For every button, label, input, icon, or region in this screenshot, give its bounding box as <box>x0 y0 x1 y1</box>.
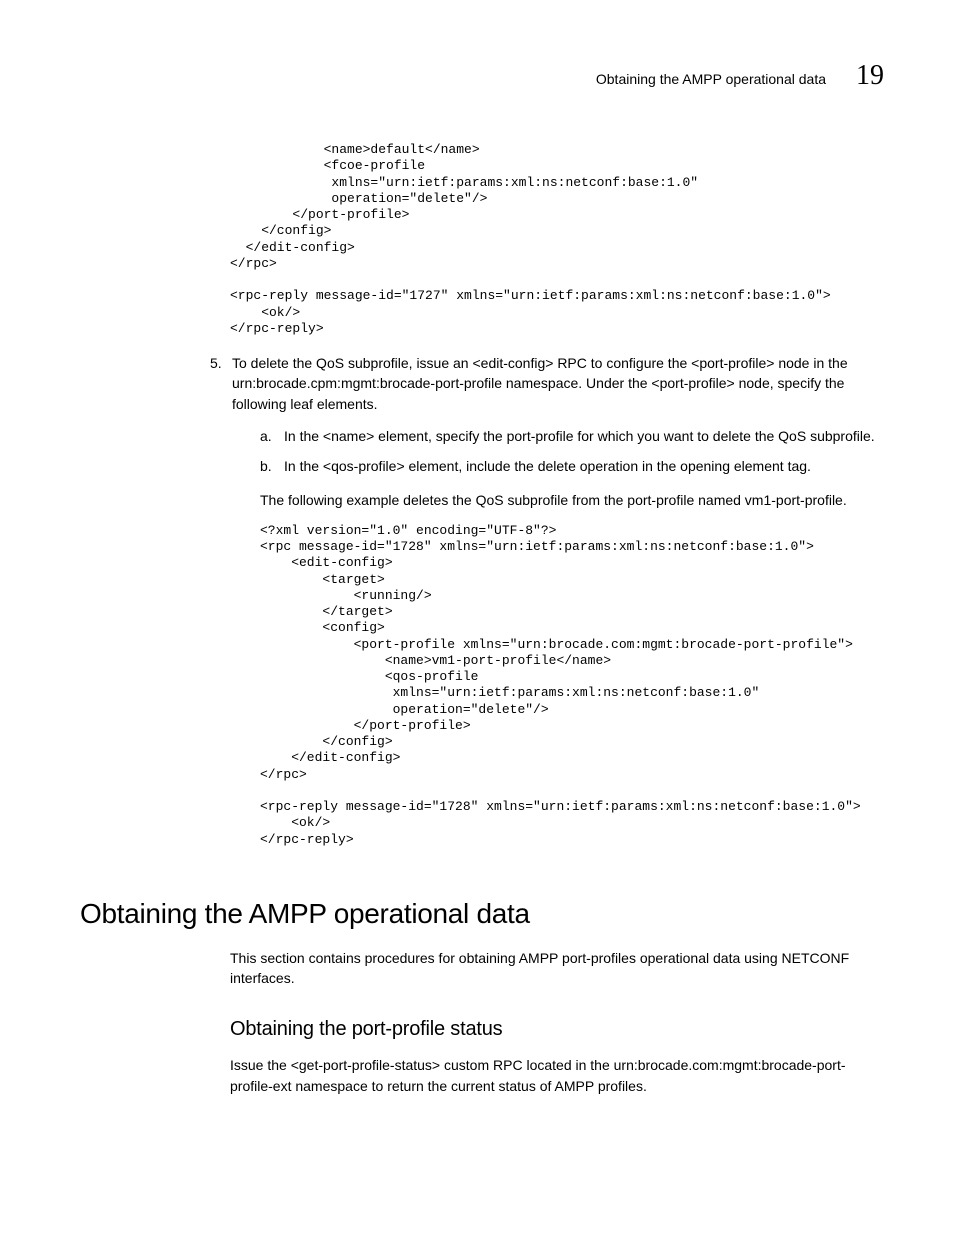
page-header: Obtaining the AMPP operational data 19 <box>80 60 884 92</box>
step-5: 5. To delete the QoS subprofile, issue a… <box>210 353 884 414</box>
substep-a: a. In the <name> element, specify the po… <box>260 426 884 446</box>
page: Obtaining the AMPP operational data 19 <… <box>0 0 954 1192</box>
substep-marker: a. <box>260 426 284 446</box>
substep-b-text: In the <qos-profile> element, include th… <box>284 456 811 476</box>
example-paragraph: The following example deletes the QoS su… <box>260 490 884 510</box>
code-block-2: <?xml version="1.0" encoding="UTF-8"?> <… <box>260 523 884 848</box>
section-intro: This section contains procedures for obt… <box>230 948 884 989</box>
subsection-body: Issue the <get-port-profile-status> cust… <box>230 1055 884 1096</box>
chapter-number: 19 <box>856 60 884 92</box>
substeps: a. In the <name> element, specify the po… <box>260 426 884 477</box>
subsection-heading: Obtaining the port-profile status <box>230 1018 884 1041</box>
step-5-text: To delete the QoS subprofile, issue an <… <box>232 353 884 414</box>
code-block-1: <name>default</name> <fcoe-profile xmlns… <box>230 142 884 337</box>
running-title: Obtaining the AMPP operational data <box>596 71 826 87</box>
substep-b: b. In the <qos-profile> element, include… <box>260 456 884 476</box>
list-marker: 5. <box>210 353 232 414</box>
substep-a-text: In the <name> element, specify the port-… <box>284 426 875 446</box>
section-heading: Obtaining the AMPP operational data <box>80 898 884 930</box>
substep-marker: b. <box>260 456 284 476</box>
